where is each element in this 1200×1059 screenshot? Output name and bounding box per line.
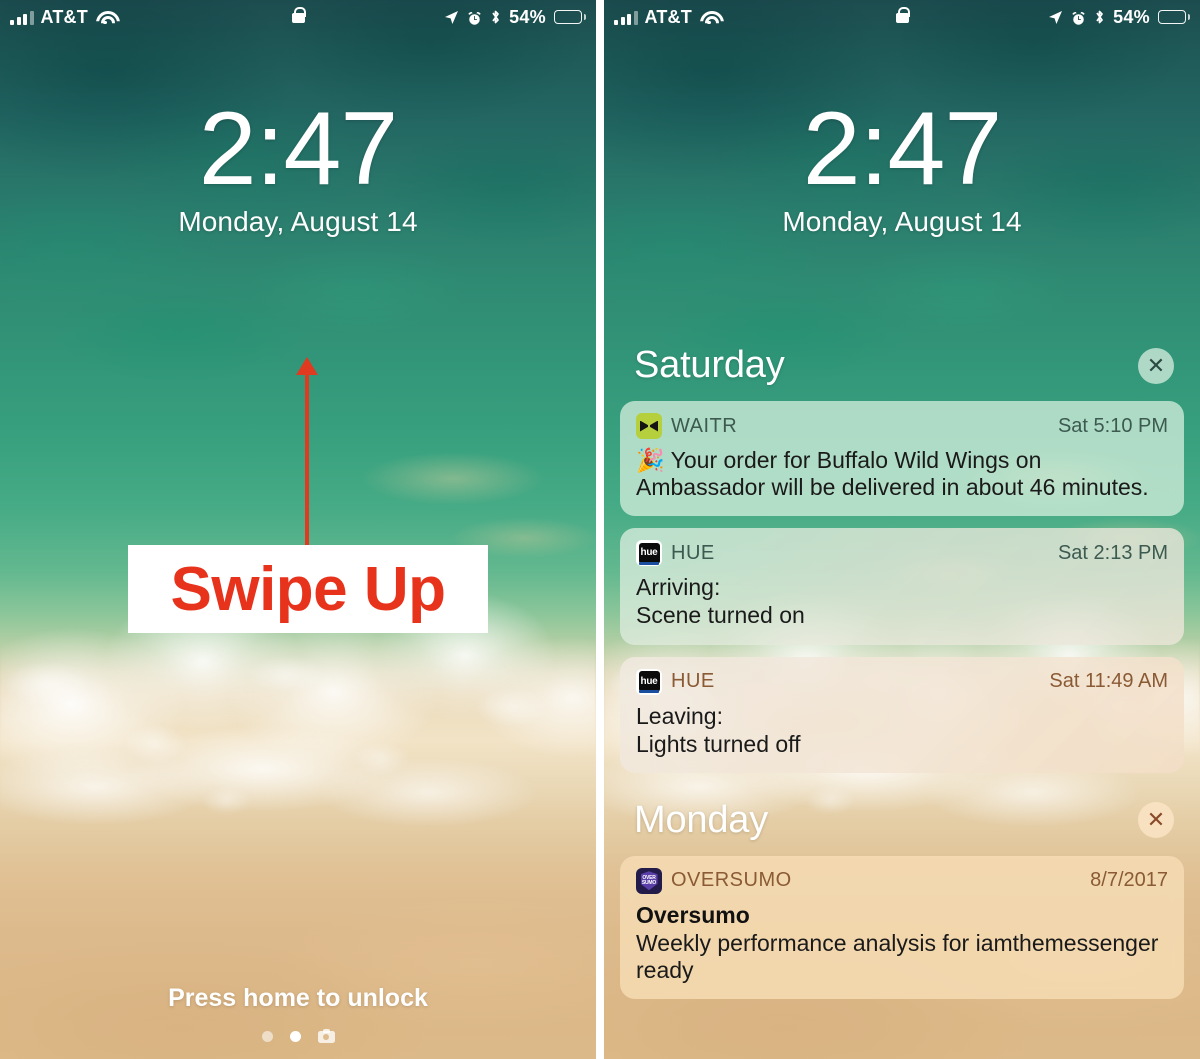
notification-body: 🎉 Your order for Buffalo Wild Wings on A… <box>636 447 1168 501</box>
waitr-bowtie-icon <box>636 413 662 439</box>
battery-percent-label: 54% <box>509 6 546 27</box>
location-arrow-icon <box>1048 10 1063 25</box>
app-name-label: WAITR <box>671 414 738 437</box>
carrier-label: AT&T <box>644 6 692 27</box>
alarm-clock-icon <box>467 10 482 25</box>
notification-scroll-area[interactable]: Saturday ✕ WAITR Sat 5:10 PM 🎉 Your orde… <box>604 0 1200 1059</box>
notification-card-waitr[interactable]: WAITR Sat 5:10 PM 🎉 Your order for Buffa… <box>620 401 1184 517</box>
battery-icon <box>1157 10 1190 24</box>
notification-body-line1: Leaving: <box>636 702 723 729</box>
unlock-hint-label: Press home to unlock <box>168 984 428 1012</box>
bluetooth-icon <box>1094 9 1105 25</box>
battery-percent-label: 54% <box>1113 6 1150 27</box>
swipe-up-label: Swipe Up <box>128 545 488 633</box>
philips-hue-icon: hue <box>636 668 662 695</box>
notification-header: hue HUE Sat 2:13 PM <box>636 540 1168 567</box>
notification-header: OVER SUMO OVERSUMO 8/7/2017 <box>636 867 1168 894</box>
app-name-label: OVERSUMO <box>671 869 792 892</box>
notification-center-panel: AT&T 54% 2:47 Monday, August 14 Saturday… <box>604 0 1200 1059</box>
notification-card-hue-arriving[interactable]: hue HUE Sat 2:13 PM Arriving: Scene turn… <box>620 528 1184 645</box>
notification-card-hue-leaving[interactable]: hue HUE Sat 11:49 AM Leaving: Lights tur… <box>620 656 1184 773</box>
clear-saturday-button[interactable]: ✕ <box>1138 347 1174 384</box>
clock-date: Monday, August 14 <box>178 206 418 238</box>
party-popper-emoji: 🎉 <box>636 447 665 473</box>
day-group-header-monday: Monday ✕ <box>604 799 1200 842</box>
lock-screen-panel: AT&T 54% 2:47 Monday, August 14 Swipe Up… <box>0 0 596 1059</box>
wifi-icon <box>95 10 115 25</box>
status-bar: AT&T 54% <box>0 0 596 34</box>
carrier-label: AT&T <box>40 6 88 27</box>
philips-hue-icon: hue <box>636 540 662 567</box>
lock-icon <box>895 6 911 23</box>
page-indicator <box>0 1029 596 1043</box>
wifi-icon <box>699 10 719 25</box>
lock-clock: 2:47 Monday, August 14 <box>0 96 596 238</box>
notification-header: hue HUE Sat 11:49 AM <box>636 668 1168 695</box>
app-name-label: HUE <box>671 541 715 564</box>
app-name-label: HUE <box>671 670 715 692</box>
status-bar-2: AT&T 54% <box>604 0 1200 34</box>
notification-card-oversumo[interactable]: OVER SUMO OVERSUMO 8/7/2017 Oversumo Week… <box>620 855 1184 999</box>
day-group-header-saturday: Saturday ✕ <box>604 344 1200 387</box>
notification-time: 8/7/2017 <box>1090 869 1168 892</box>
day-title: Monday <box>634 798 768 841</box>
clock-time: 2:47 <box>198 91 398 207</box>
swipe-up-arrow-annotation <box>296 357 318 556</box>
signal-bars-icon <box>614 10 638 25</box>
bluetooth-icon <box>490 9 501 25</box>
signal-bars-icon <box>10 10 34 25</box>
alarm-clock-icon <box>1071 10 1086 25</box>
notification-title: Oversumo <box>636 901 750 928</box>
page-dot-1[interactable] <box>261 1030 273 1042</box>
notification-body-line2: Lights turned off <box>636 730 801 757</box>
notification-list-monday: OVER SUMO OVERSUMO 8/7/2017 Oversumo Week… <box>604 855 1200 999</box>
battery-icon <box>553 10 586 24</box>
notification-body-text: Your order for Buffalo Wild Wings on Amb… <box>636 447 1149 501</box>
notification-time: Sat 2:13 PM <box>1057 541 1168 564</box>
location-arrow-icon <box>444 10 459 25</box>
page-dot-2[interactable] <box>289 1030 301 1042</box>
notification-list-saturday: WAITR Sat 5:10 PM 🎉 Your order for Buffa… <box>604 401 1200 773</box>
camera-icon[interactable] <box>317 1029 335 1043</box>
notification-body-line1: Arriving: <box>636 574 721 601</box>
lock-icon <box>291 6 307 23</box>
notification-body-text: Weekly performance analysis for iamtheme… <box>636 929 1159 983</box>
notification-time: Sat 5:10 PM <box>1057 414 1168 437</box>
day-title: Saturday <box>634 344 785 386</box>
clear-monday-button[interactable]: ✕ <box>1138 802 1174 839</box>
notification-body-line2: Scene turned on <box>636 602 805 629</box>
screenshot-stage: AT&T 54% 2:47 Monday, August 14 Swipe Up… <box>0 0 1200 1059</box>
notification-time: Sat 11:49 AM <box>1049 670 1168 692</box>
notification-header: WAITR Sat 5:10 PM <box>636 413 1168 439</box>
oversumo-shield-icon: OVER SUMO <box>636 867 662 894</box>
